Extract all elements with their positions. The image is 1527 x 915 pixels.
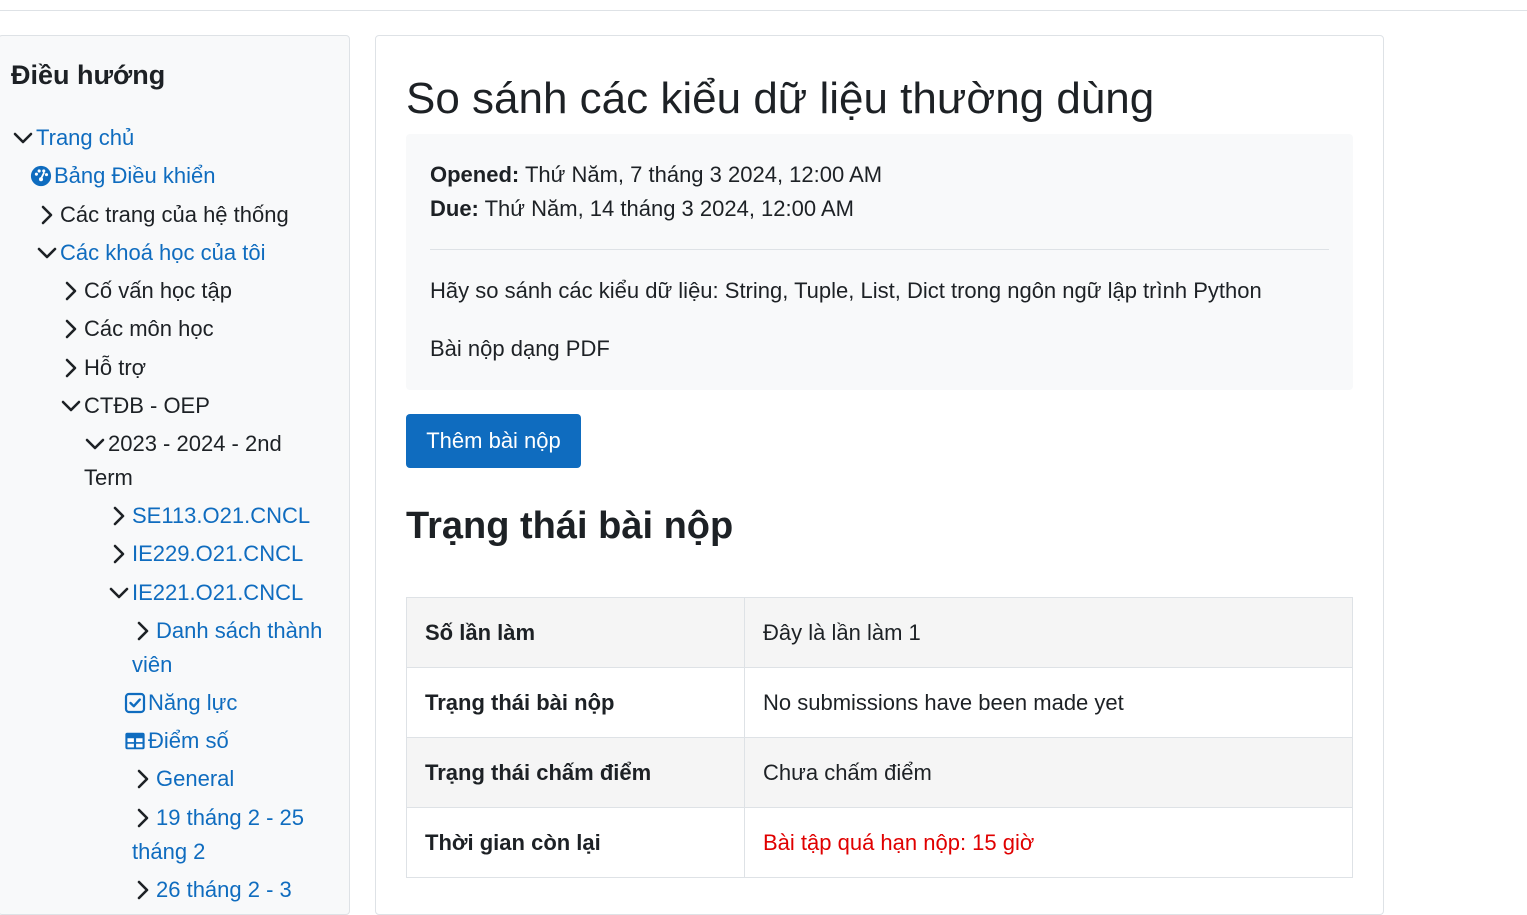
sidebar-item-label[interactable]: Năng lực <box>148 686 237 720</box>
chevron-down-icon[interactable] <box>108 576 130 610</box>
sidebar-item-label-continued[interactable]: tháng 2 <box>132 835 205 869</box>
sidebar-item-label[interactable]: Cố vấn học tập <box>84 274 232 308</box>
due-value: Thứ Năm, 14 tháng 3 2024, 12:00 AM <box>484 196 855 221</box>
sidebar-item-label[interactable]: Các khoá học của tôi <box>60 236 265 270</box>
header-divider <box>0 10 1527 11</box>
opened-value: Thứ Năm, 7 tháng 3 2024, 12:00 AM <box>524 162 883 187</box>
navigation-heading: Điều hướng <box>11 60 166 90</box>
chevron-right-icon[interactable] <box>132 801 154 835</box>
assignment-description: Hãy so sánh các kiểu dữ liệu: String, Tu… <box>430 278 1262 303</box>
sidebar-item-label[interactable]: Danh sách thành <box>156 614 322 648</box>
submission-status-table: Số lần làm Đây là lần làm 1 Trạng thái b… <box>406 597 1353 878</box>
due-label: Due: <box>430 196 479 221</box>
grid-table-icon[interactable] <box>124 724 146 758</box>
opened-date-row: Opened: Thứ Năm, 7 tháng 3 2024, 12:00 A… <box>430 158 882 192</box>
chevron-down-icon[interactable] <box>12 121 34 155</box>
grading-status-value: Chưa chấm điểm <box>744 737 1353 808</box>
sidebar-item-label[interactable]: General <box>156 762 234 796</box>
sidebar-item-label[interactable]: Bảng Điều khiển <box>54 159 215 193</box>
table-row: Trạng thái chấm điểm Chưa chấm điểm <box>406 737 1353 808</box>
time-remaining-label: Thời gian còn lại <box>406 807 745 878</box>
chevron-down-icon[interactable] <box>60 389 82 423</box>
chevron-right-icon[interactable] <box>60 351 82 385</box>
grading-status-label: Trạng thái chấm điểm <box>406 737 745 808</box>
submission-status-label: Trạng thái bài nộp <box>406 667 745 738</box>
submission-status-heading: Trạng thái bài nộp <box>406 505 734 547</box>
time-remaining-value: Bài tập quá hạn nộp: 15 giờ <box>744 807 1353 878</box>
sidebar-item-label[interactable]: Điểm số <box>148 724 229 758</box>
table-row: Số lần làm Đây là lần làm 1 <box>406 597 1353 668</box>
table-row: Trạng thái bài nộp No submissions have b… <box>406 667 1353 738</box>
due-date-row: Due: Thứ Năm, 14 tháng 3 2024, 12:00 AM <box>430 192 882 226</box>
checkbox-icon[interactable] <box>124 686 146 720</box>
sidebar-item-label-continued[interactable]: viên <box>132 648 172 682</box>
chevron-right-icon[interactable] <box>60 312 82 346</box>
chevron-right-icon[interactable] <box>132 614 154 648</box>
submission-status-value: No submissions have been made yet <box>744 667 1353 738</box>
chevron-down-icon[interactable] <box>36 236 58 270</box>
chevron-right-icon[interactable] <box>60 274 82 308</box>
chevron-right-icon[interactable] <box>132 762 154 796</box>
dashboard-icon[interactable] <box>30 159 52 193</box>
info-divider <box>430 249 1329 250</box>
page-title: So sánh các kiểu dữ liệu thường dùng <box>406 74 1155 123</box>
sidebar-item-label[interactable]: Các môn học <box>84 312 214 346</box>
sidebar-item-label[interactable]: 2023 - 2024 - 2nd <box>108 427 282 461</box>
sidebar-item-label[interactable]: Hỗ trợ <box>84 351 146 385</box>
add-submission-button[interactable]: Thêm bài nộp <box>406 414 581 468</box>
chevron-right-icon[interactable] <box>108 499 130 533</box>
chevron-right-icon[interactable] <box>108 537 130 571</box>
sidebar-item-label[interactable]: Trang chủ <box>36 121 134 155</box>
sidebar-item-label[interactable]: IE221.O21.CNCL <box>132 576 303 610</box>
attempt-number-value: Đây là lần làm 1 <box>744 597 1353 668</box>
attempt-number-label: Số lần làm <box>406 597 745 668</box>
opened-label: Opened: <box>430 162 520 187</box>
chevron-down-icon[interactable] <box>84 427 106 461</box>
submission-format-note: Bài nộp dạng PDF <box>430 336 610 361</box>
table-row: Thời gian còn lại Bài tập quá hạn nộp: 1… <box>406 807 1353 878</box>
sidebar-item-label[interactable]: SE113.O21.CNCL <box>132 499 310 533</box>
sidebar-item-label[interactable]: IE229.O21.CNCL <box>132 537 303 571</box>
sidebar-item-label[interactable]: 26 tháng 2 - 3 <box>156 873 292 907</box>
chevron-right-icon[interactable] <box>36 198 58 232</box>
sidebar-item-label-continued[interactable]: Term <box>84 461 133 495</box>
sidebar-item-label[interactable]: 19 tháng 2 - 25 <box>156 801 304 835</box>
sidebar-item-label[interactable]: Các trang của hệ thống <box>60 198 289 232</box>
chevron-right-icon[interactable] <box>132 873 154 907</box>
assignment-dates: Opened: Thứ Năm, 7 tháng 3 2024, 12:00 A… <box>430 158 882 226</box>
sidebar-item-label[interactable]: CTĐB - OEP <box>84 389 210 423</box>
